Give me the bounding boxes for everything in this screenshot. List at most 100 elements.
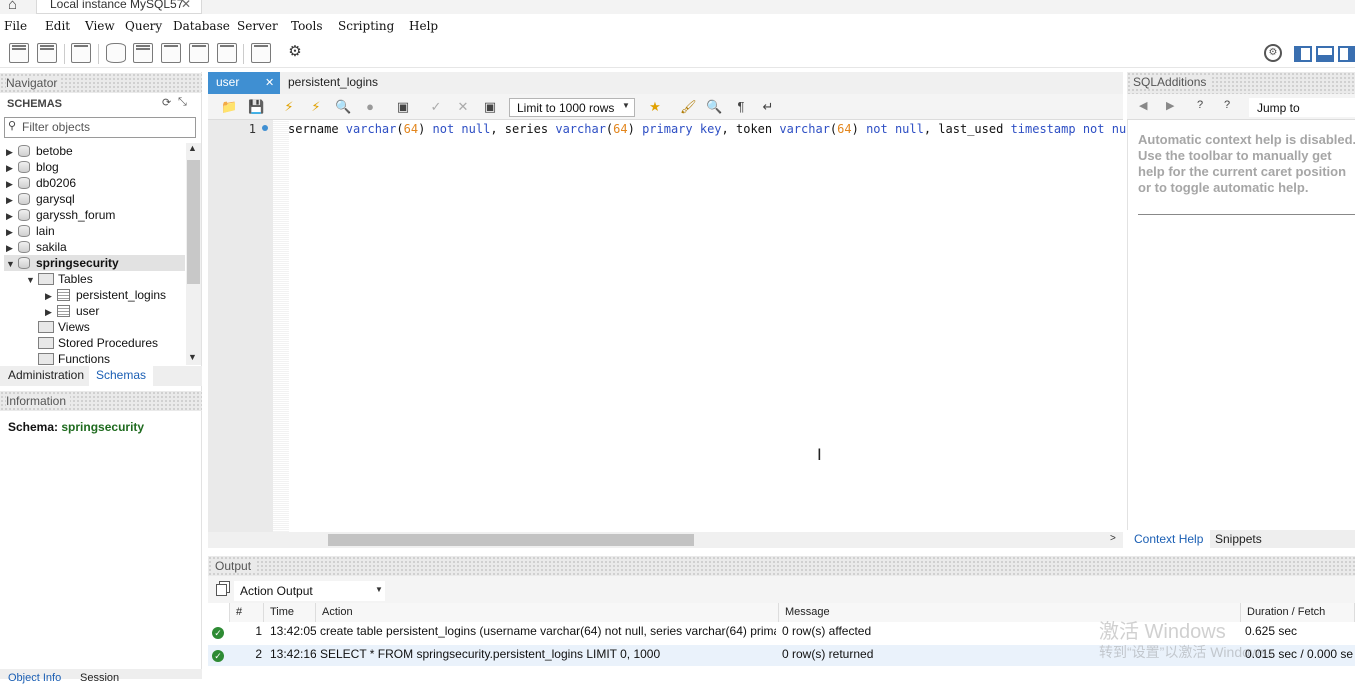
scrollbar-thumb[interactable] [187, 160, 200, 284]
schema-item[interactable]: ▶ garyssh_forum [6, 207, 186, 223]
connection-tab[interactable]: Local instance MySQL57 ✕ [36, 0, 202, 14]
tables-node[interactable]: ▼ Tables [26, 271, 93, 287]
scroll-right-icon[interactable]: > [1110, 533, 1116, 544]
tab-schemas[interactable]: Schemas [89, 366, 154, 386]
create-function-icon[interactable] [217, 43, 237, 63]
schema-item[interactable]: ▶ blog [6, 159, 186, 175]
auto-help-icon[interactable]: ? [1224, 99, 1230, 111]
settings-gear-icon[interactable]: ⚙ [1264, 44, 1282, 62]
toggle-output-icon[interactable] [1316, 46, 1334, 62]
execute-icon[interactable]: ⚡ [281, 99, 297, 115]
expand-icon[interactable]: ▶ [6, 160, 18, 176]
autocommit-icon[interactable]: ▣ [482, 99, 498, 115]
forward-icon[interactable]: ▶ [1166, 99, 1174, 112]
menu-server[interactable]: Server [237, 19, 278, 33]
expand-icon[interactable]: ▶ [45, 304, 57, 320]
column-header-action[interactable]: Action [316, 603, 779, 622]
menu-edit[interactable]: Edit [45, 19, 70, 33]
schema-item[interactable]: ▶ sakila [6, 239, 186, 255]
stored-procedures-node[interactable]: Stored Procedures [38, 335, 158, 351]
menu-scripting[interactable]: Scripting [338, 19, 394, 33]
tab-administration[interactable]: Administration [2, 366, 90, 386]
home-icon[interactable]: ⌂ [8, 0, 26, 13]
create-table-icon[interactable] [133, 43, 153, 63]
menu-query[interactable]: Query [125, 19, 162, 33]
collapse-icon[interactable]: ⤡ [178, 96, 187, 109]
collapse-arrow-icon[interactable]: ▼ [26, 272, 38, 288]
menu-file[interactable]: File [4, 19, 27, 33]
views-node[interactable]: Views [38, 319, 90, 335]
sql-editor[interactable] [208, 120, 1123, 533]
expand-icon[interactable]: ▶ [6, 144, 18, 160]
filter-objects-input[interactable] [22, 118, 194, 136]
open-file-icon[interactable]: 📁 [221, 99, 237, 115]
output-type-select[interactable]: Action Output [234, 581, 385, 601]
create-schema-icon[interactable] [106, 43, 126, 63]
table-item[interactable]: ▶ persistent_logins [45, 287, 166, 303]
schema-item[interactable]: ▶ lain [6, 223, 186, 239]
scrollbar-thumb[interactable] [328, 534, 694, 546]
copy-icon[interactable] [216, 584, 227, 596]
manual-help-icon[interactable]: ? [1197, 99, 1203, 111]
rollback-icon[interactable]: ✕ [455, 99, 471, 115]
inspector-icon[interactable] [71, 43, 91, 63]
tab-context-help[interactable]: Context Help [1127, 530, 1211, 548]
column-header-number[interactable]: # [230, 603, 264, 622]
table-item[interactable]: ▶ user [45, 303, 99, 319]
save-icon[interactable]: 💾 [248, 99, 264, 115]
back-icon[interactable]: ◀ [1139, 99, 1147, 112]
open-sql-script-icon[interactable] [37, 43, 57, 63]
schema-item[interactable]: ▶ betobe [6, 143, 186, 159]
schema-item[interactable]: ▶ db0206 [6, 175, 186, 191]
tab-persistent-logins[interactable]: persistent_logins [288, 75, 378, 89]
scroll-up-icon[interactable]: ▲ [188, 143, 197, 153]
create-procedure-icon[interactable] [189, 43, 209, 63]
row-action[interactable]: create table persistent_logins (username… [320, 624, 776, 643]
tab-session[interactable]: Session [80, 672, 119, 684]
scroll-down-icon[interactable]: ▼ [188, 352, 197, 362]
expand-icon[interactable]: ▶ [6, 176, 18, 192]
reconnect-icon[interactable]: ⚙ [285, 43, 305, 63]
expand-icon[interactable]: ▶ [6, 224, 18, 240]
functions-node[interactable]: Functions [38, 351, 110, 367]
expand-icon[interactable]: ▶ [45, 288, 57, 304]
beautify-icon[interactable]: 🖌 [680, 99, 697, 115]
find-icon[interactable]: 🔍 [706, 99, 722, 115]
invisible-chars-icon[interactable]: ¶ [733, 99, 749, 115]
explain-icon[interactable]: 🔍 [335, 99, 351, 115]
column-header-duration[interactable]: Duration / Fetch [1241, 603, 1355, 622]
tab-snippets[interactable]: Snippets [1215, 532, 1262, 546]
refresh-icon[interactable]: ⟳ [162, 96, 171, 109]
toggle-sidebar-icon[interactable] [1294, 46, 1312, 62]
schema-item[interactable]: ▶ garysql [6, 191, 186, 207]
chevron-down-icon[interactable]: ▼ [375, 585, 383, 594]
close-icon[interactable]: ✕ [181, 0, 191, 12]
expand-icon[interactable]: ▶ [6, 208, 18, 224]
search-table-data-icon[interactable] [251, 43, 271, 63]
tab-object-info[interactable]: Object Info [8, 672, 61, 684]
new-sql-tab-icon[interactable] [9, 43, 29, 63]
menu-view[interactable]: View [85, 19, 115, 33]
menu-tools[interactable]: Tools [291, 19, 323, 33]
add-snippet-icon[interactable]: ★ [647, 99, 663, 115]
expand-icon[interactable]: ▶ [6, 240, 18, 256]
create-view-icon[interactable] [161, 43, 181, 63]
stop-icon[interactable]: ● [362, 99, 378, 115]
toggle-sql-additions-icon[interactable] [1338, 46, 1355, 62]
schema-item-selected[interactable]: ▼ springsecurity [4, 255, 185, 271]
expand-icon[interactable]: ▶ [6, 192, 18, 208]
word-wrap-icon[interactable]: ↵ [760, 99, 776, 115]
execute-current-icon[interactable]: ⚡ [308, 99, 324, 115]
column-header-time[interactable]: Time [264, 603, 316, 622]
toggle-continue-on-error-icon[interactable]: ▣ [395, 99, 411, 115]
jump-to-select[interactable]: Jump to [1249, 98, 1355, 117]
menu-database[interactable]: Database [173, 19, 230, 33]
code-line[interactable]: sername varchar(64) not null, series var… [288, 122, 1148, 136]
close-icon[interactable]: ✕ [265, 76, 274, 89]
commit-icon[interactable]: ✓ [428, 99, 444, 115]
menu-help[interactable]: Help [409, 19, 438, 33]
limit-rows-select[interactable]: Limit to 1000 rows [509, 98, 635, 117]
chevron-down-icon[interactable]: ▼ [622, 101, 630, 110]
row-action[interactable]: SELECT * FROM springsecurity.persistent_… [320, 647, 776, 666]
collapse-arrow-icon[interactable]: ▼ [6, 256, 18, 272]
